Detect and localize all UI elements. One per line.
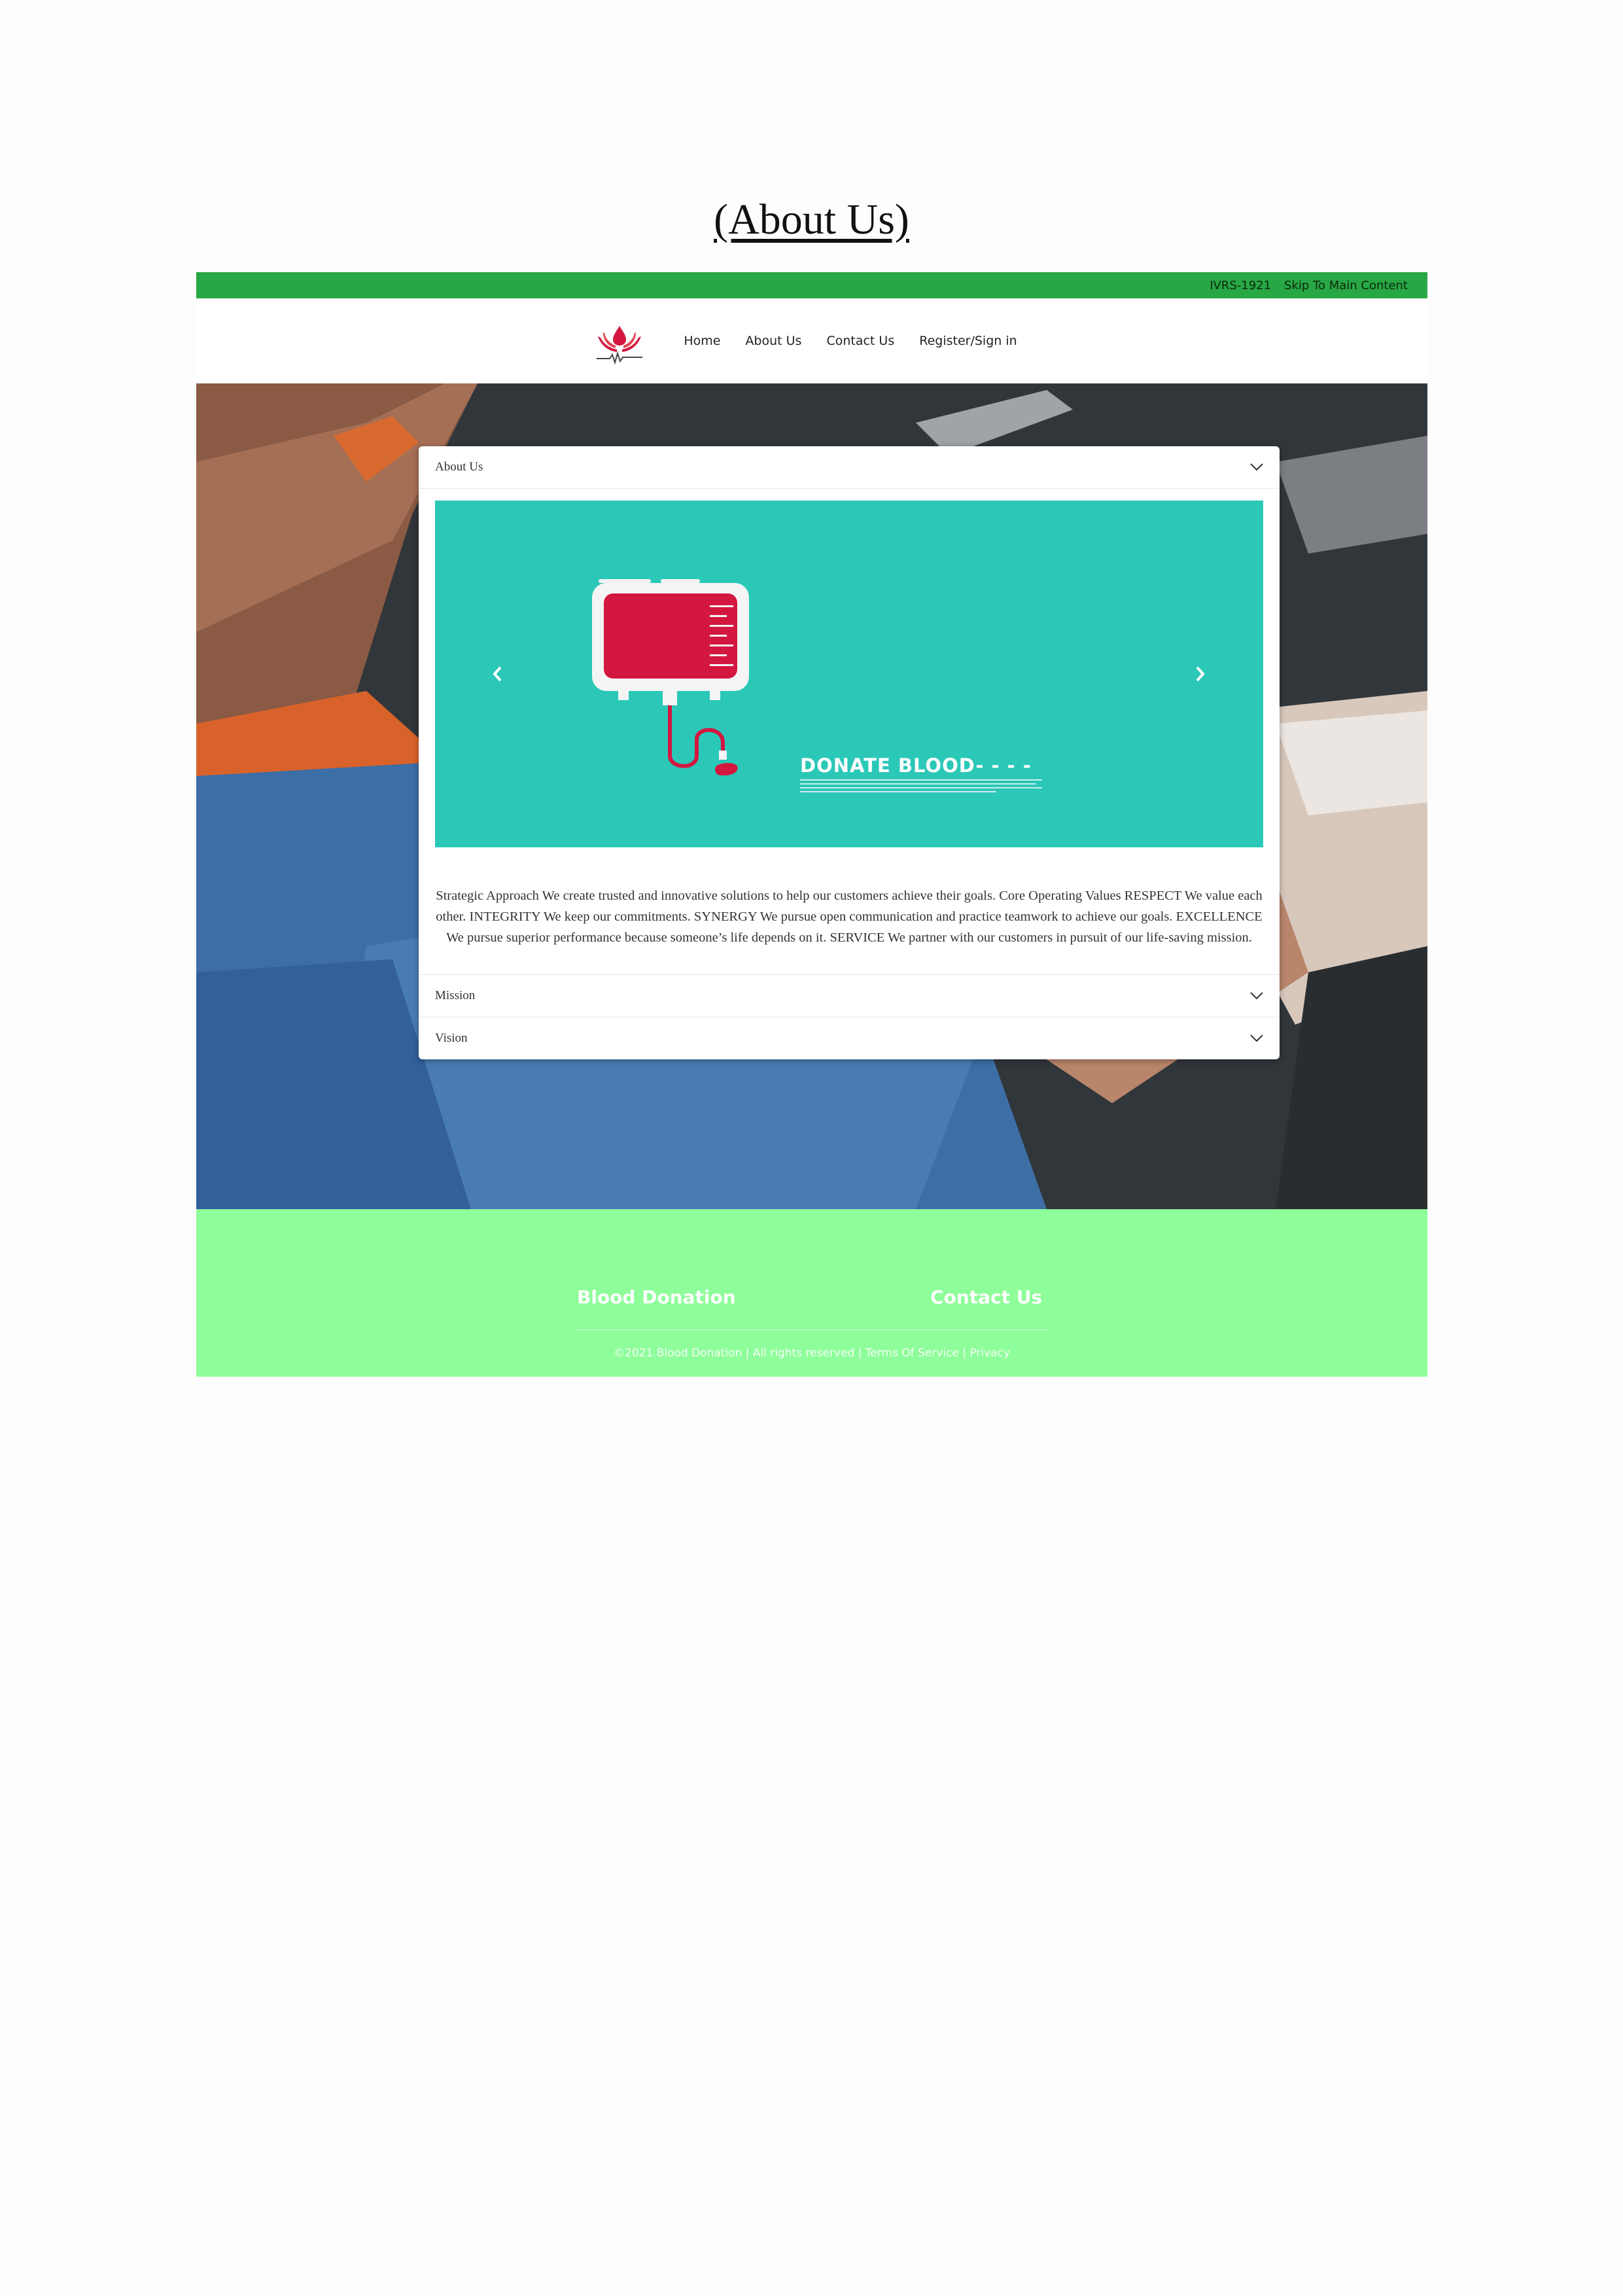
footer-blood-donation-heading: Blood Donation: [577, 1286, 736, 1308]
chevron-up-icon: [1250, 463, 1263, 471]
accordion-title: Vision: [435, 1031, 468, 1045]
image-carousel: DONATE BLOOD- - - -: [435, 501, 1263, 847]
caption-fine-print: [800, 779, 1042, 792]
nav-register-sign-in[interactable]: Register/Sign in: [919, 334, 1017, 348]
blood-drop-hands-logo-icon[interactable]: [594, 322, 645, 368]
hero-background: About Us DONATE BLOOD- - - - Strategic A…: [196, 383, 1427, 1209]
about-us-text: Strategic Approach We create trusted and…: [436, 889, 1263, 945]
accordion-title: Mission: [435, 989, 476, 1002]
copyright-text: ©2021 Blood Donation | All rights reserv…: [614, 1347, 865, 1360]
accordion-header-mission[interactable]: Mission: [419, 974, 1280, 1017]
accordion-title: About Us: [435, 460, 483, 474]
skip-to-main-link[interactable]: Skip To Main Content: [1284, 279, 1408, 292]
page-title: (About Us): [714, 196, 909, 243]
navbar: Home About Us Contact Us Register/Sign i…: [196, 298, 1427, 383]
footer-contact-us-link[interactable]: Contact Us: [930, 1286, 1042, 1308]
footer-separator: |: [958, 1347, 970, 1360]
nav-home[interactable]: Home: [684, 334, 720, 348]
about-accordion: About Us DONATE BLOOD- - - - Strategic A…: [419, 446, 1280, 1059]
chevron-down-icon: [1250, 992, 1263, 1000]
carousel-caption: DONATE BLOOD- - - -: [800, 754, 1032, 777]
nav-contact-us[interactable]: Contact Us: [826, 334, 894, 348]
top-bar: IVRS-1921 Skip To Main Content: [196, 272, 1427, 298]
accordion-header-vision[interactable]: Vision: [419, 1017, 1280, 1059]
blood-bag-illustration: [592, 579, 749, 775]
accordion-header-about-us[interactable]: About Us: [419, 446, 1280, 489]
privacy-link[interactable]: Privacy: [969, 1347, 1010, 1360]
chevron-right-icon[interactable]: [1191, 661, 1210, 687]
nav-about-us[interactable]: About Us: [745, 334, 801, 348]
terms-of-service-link[interactable]: Terms Of Service: [865, 1347, 959, 1360]
chevron-down-icon: [1250, 1034, 1263, 1042]
website-screenshot: IVRS-1921 Skip To Main Content Home Abou…: [196, 272, 1427, 1377]
footer: Blood Donation Contact Us ©2021 Blood Do…: [196, 1209, 1427, 1377]
chevron-left-icon[interactable]: [487, 661, 507, 687]
footer-copyright: ©2021 Blood Donation | All rights reserv…: [196, 1347, 1427, 1360]
accordion-body-about-us: DONATE BLOOD- - - - Strategic Approach W…: [419, 489, 1280, 974]
ivrs-number: IVRS-1921: [1210, 278, 1272, 292]
